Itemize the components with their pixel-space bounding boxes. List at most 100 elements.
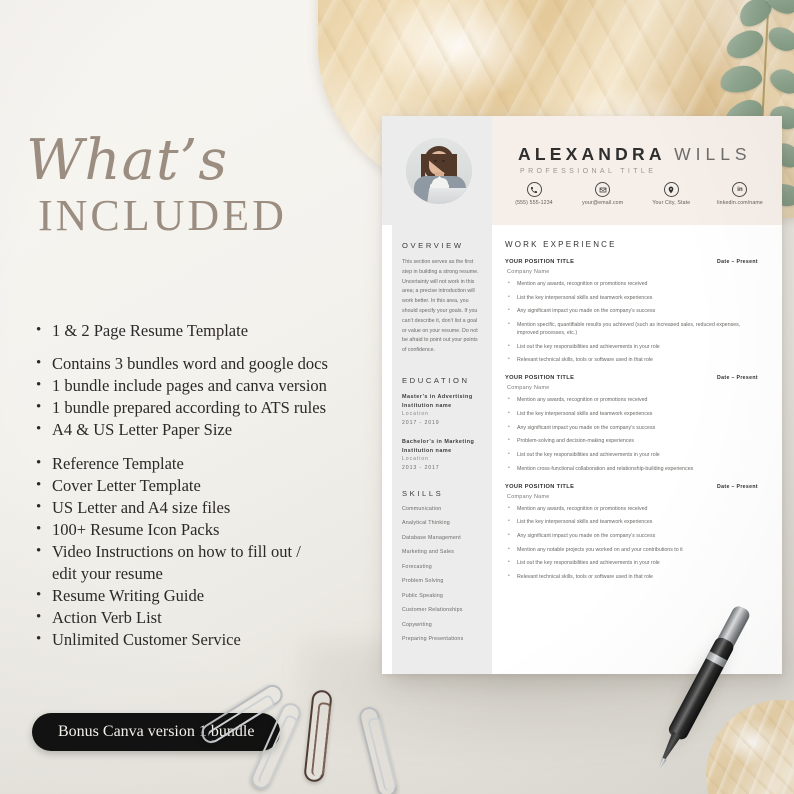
bullet-dot-icon: • xyxy=(36,631,42,648)
job-bullet-text: Mention specific, quantifiable results y… xyxy=(517,321,741,336)
education-entry: Master’s in Advertising Institution name L… xyxy=(402,393,482,428)
job-bullet: • List the key interpersonal skills and t… xyxy=(505,410,762,418)
education-institution: Institution name xyxy=(402,402,452,409)
feature-list-item-label: Unlimited Customer Service xyxy=(52,630,241,650)
feature-list-item: • Resume Writing Guide xyxy=(36,585,376,607)
bullet-dot-icon: • xyxy=(36,520,42,537)
phone-icon xyxy=(526,182,542,197)
bullet-dot-icon: • xyxy=(36,498,42,515)
job-bullet: • Mention any awards, recognition or prom… xyxy=(505,505,762,513)
job-bullet: • Any significant impact you made on the … xyxy=(505,532,762,540)
job-bullet-text: Any significant impact you made on the c… xyxy=(517,532,656,539)
work-experience-entry: YOUR POSITION TITLE Date – Present Company… xyxy=(505,484,762,581)
linkedin-icon: in xyxy=(732,182,748,197)
bullet-dot-icon xyxy=(36,563,52,585)
bullet-dot-icon: • xyxy=(508,307,510,314)
location-icon xyxy=(663,182,679,197)
job-date: Date – Present xyxy=(717,259,758,265)
promo-feature-list: • 1 & 2 Page Resume Template • Contains 3 … xyxy=(36,320,376,652)
feature-list-item: • Unlimited Customer Service xyxy=(36,629,376,651)
job-bullet-text: Any significant impact you made on the c… xyxy=(517,308,656,315)
education-list: Master’s in Advertising Institution name L… xyxy=(402,393,482,473)
feature-list-item-label: Resume Writing Guide xyxy=(52,586,205,606)
resume-document: ALEXANDRA WILLS PROFESSIONAL TITLE (555)… xyxy=(382,116,782,674)
resume-left-column: OVERVIEW This section serves as the firs… xyxy=(392,225,492,674)
feature-list-item: • US Letter and A4 size files xyxy=(36,497,376,519)
bullet-dot-icon: • xyxy=(508,342,510,349)
job-title: YOUR POSITION TITLE xyxy=(505,483,575,490)
job-bullet: • List out the key responsibilities and a… xyxy=(505,343,762,351)
bullet-dot-icon: • xyxy=(508,518,510,525)
job-bullet-text: Mention any awards, recognition or promo… xyxy=(517,281,648,287)
job-bullet-text: List the key interpersonal skills and te… xyxy=(517,294,653,301)
feature-list-item: • A4 & US Letter Paper Size xyxy=(36,419,376,441)
contact-location: Your City, State xyxy=(639,182,703,206)
feature-list-item-label: Cover Letter Template xyxy=(52,475,201,495)
job-bullet-text: List the key interpersonal skills and te… xyxy=(517,519,653,526)
feature-list-item-label: 1 & 2 Page Resume Template xyxy=(52,321,249,340)
overview-heading: OVERVIEW xyxy=(402,241,464,250)
feature-group-2: • Contains 3 bundles word and google docs… xyxy=(36,353,376,441)
bullet-dot-icon: • xyxy=(508,320,510,327)
skill-item: Forecasting xyxy=(402,563,432,570)
job-bullet-text: Relevant technical skills, tools or soft… xyxy=(517,573,653,580)
skill-item: Database Management xyxy=(402,534,461,541)
job-bullet-text: Mention any awards, recognition or promo… xyxy=(517,505,648,512)
job-bullet: • Problem-solving and decision-making exp… xyxy=(505,437,762,445)
job-bullet: • Mention specific, quantifiable results … xyxy=(505,321,762,337)
skill-item: Analytical Thinking xyxy=(402,520,450,527)
education-years: 2013 - 2017 xyxy=(402,465,440,472)
bullet-dot-icon: • xyxy=(36,399,42,416)
contact-linkedin-value: linkedin.com/name xyxy=(717,200,763,206)
avatar xyxy=(406,138,472,204)
feature-list-item-label: 1 bundle prepared according to ATS rules xyxy=(52,398,327,418)
email-icon xyxy=(595,182,611,197)
bullet-dot-icon: • xyxy=(36,542,42,559)
feature-list-item: • 1 bundle prepared according to ATS rule… xyxy=(36,397,376,419)
resume-first-name: ALEXANDRA xyxy=(518,144,666,164)
education-institution: Institution name xyxy=(402,447,452,454)
feature-list-item-label: US Letter and A4 size files xyxy=(52,497,231,517)
job-bullet-text: List the key interpersonal skills and te… xyxy=(517,411,653,417)
education-location: Location xyxy=(402,411,429,418)
job-bullet: • Relevant technical skills, tools or sof… xyxy=(505,356,762,364)
contact-phone-value: (555) 555-1234 xyxy=(515,200,553,206)
job-title: YOUR POSITION TITLE xyxy=(505,375,575,382)
feature-list-item-label: A4 & US Letter Paper Size xyxy=(52,420,233,440)
feature-group-1: • 1 & 2 Page Resume Template xyxy=(36,320,376,342)
skill-item: Customer Relationships xyxy=(402,607,463,614)
skill-item: Public Speaking xyxy=(402,592,443,599)
bullet-dot-icon: • xyxy=(36,587,42,604)
resume-last-name: WILLS xyxy=(674,144,752,164)
bullet-dot-icon: • xyxy=(36,609,42,626)
bullet-dot-icon: • xyxy=(36,454,42,471)
feature-group-3: • Reference Template • Cover Letter Templat… xyxy=(36,453,376,652)
skills-heading: SKILLS xyxy=(402,488,444,498)
feature-list-item: • Cover Letter Template xyxy=(36,475,376,497)
job-bullet: • List out the key responsibilities and a… xyxy=(505,559,762,567)
feature-list-item: • Reference Template xyxy=(36,453,376,475)
job-date: Date – Present xyxy=(717,375,758,382)
skill-item: Marketing and Sales xyxy=(402,549,455,556)
work-experience-heading: WORK EXPERIENCE xyxy=(505,240,617,249)
job-header: YOUR POSITION TITLE Date – Present xyxy=(505,259,762,265)
bullet-dot-icon: • xyxy=(36,377,42,394)
job-bullet: • List the key interpersonal skills and t… xyxy=(505,294,762,302)
product-mockup-image: ALEXANDRA WILLS PROFESSIONAL TITLE (555)… xyxy=(0,0,794,794)
job-bullet: • Mention any awards, recognition or prom… xyxy=(505,396,762,404)
education-degree: Master’s in Advertising xyxy=(402,393,473,400)
job-header: YOUR POSITION TITLE Date – Present xyxy=(505,484,762,490)
job-bullet-text: Problem-solving and decision-making expe… xyxy=(517,438,635,445)
work-experience-entry: YOUR POSITION TITLE Date – Present Company… xyxy=(505,375,762,472)
feature-list-item-label: 100+ Resume Icon Packs xyxy=(52,519,220,539)
bullet-dot-icon: • xyxy=(508,504,510,511)
contact-phone: (555) 555-1234 xyxy=(502,182,566,206)
education-heading: EDUCATION xyxy=(402,375,470,385)
job-bullet: • Any significant impact you made on the … xyxy=(505,424,762,432)
bullet-dot-icon: • xyxy=(508,280,510,286)
resume-name: ALEXANDRA WILLS xyxy=(518,144,752,165)
feature-list-item: • Video Instructions on how to fill out / xyxy=(36,541,376,563)
skill-item: Copywriting xyxy=(402,621,432,628)
job-bullet: • Mention any notable projects you worked… xyxy=(505,546,762,554)
resume-job-title: PROFESSIONAL TITLE xyxy=(520,168,657,175)
